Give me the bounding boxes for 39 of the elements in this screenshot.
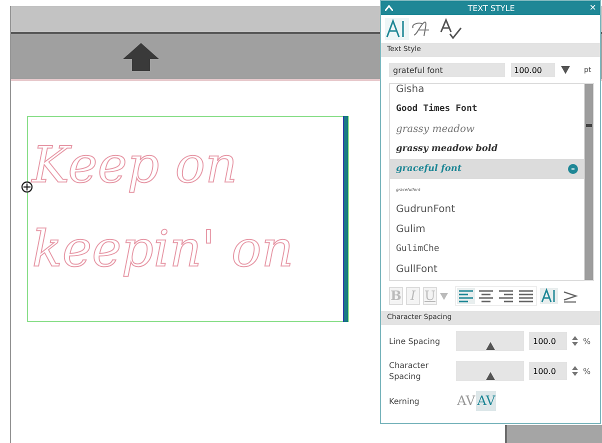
font-list-item[interactable]: Gisha xyxy=(390,84,584,99)
font-list-item[interactable]: Gulim xyxy=(390,219,584,239)
text-style-tab-icon[interactable] xyxy=(385,18,409,40)
spinner-icon[interactable] xyxy=(572,365,578,377)
resize-handle[interactable] xyxy=(343,116,348,322)
spacing-slider[interactable] xyxy=(456,361,524,381)
outlined-text: keepin' on xyxy=(32,219,295,280)
spacing-slider[interactable] xyxy=(456,331,524,351)
collapse-icon[interactable] xyxy=(385,5,393,11)
dropdown-caret-icon[interactable] xyxy=(561,66,570,74)
align-center-icon[interactable] xyxy=(477,288,495,304)
unit-label: % xyxy=(583,366,591,376)
font-size-field[interactable]: 100.00 xyxy=(511,63,555,77)
align-justify-icon[interactable] xyxy=(517,288,535,304)
font-list-item[interactable]: Good Times Font xyxy=(390,99,584,119)
align-left-icon[interactable] xyxy=(457,288,475,304)
spacing-value-field[interactable]: 100.0 xyxy=(529,332,567,350)
kerning-label: Kerning xyxy=(389,396,420,406)
close-button[interactable]: × xyxy=(590,2,596,14)
unit-label: % xyxy=(583,336,591,346)
up-arrow-icon[interactable] xyxy=(123,42,159,70)
font-list-item[interactable]: GudrunFont xyxy=(390,199,584,219)
spacing-label: Line Spacing xyxy=(389,336,442,346)
panel-title: TEXT STYLE xyxy=(466,4,516,12)
slider-thumb[interactable] xyxy=(486,342,494,350)
spacing-label: Character Spacing xyxy=(389,360,430,382)
horizontal-text-icon[interactable] xyxy=(540,288,558,304)
scrollbar[interactable] xyxy=(584,84,593,280)
slider-thumb[interactable] xyxy=(486,372,494,380)
font-list-item[interactable]: grassy meadow xyxy=(390,119,584,139)
spell-check-tab-icon[interactable] xyxy=(439,18,463,40)
spinner-icon[interactable] xyxy=(572,335,578,347)
font-list-item[interactable]: GullFont xyxy=(390,259,584,279)
font-list-item[interactable]: GulimChe xyxy=(390,239,584,259)
outlined-text: Keep on xyxy=(32,135,238,196)
font-name-field[interactable]: grateful font xyxy=(389,63,505,77)
align-right-icon[interactable] xyxy=(497,288,515,304)
spacing-value-field[interactable]: 100.0 xyxy=(529,362,567,380)
font-list-item[interactable]: grassy meadow bold xyxy=(390,139,584,159)
